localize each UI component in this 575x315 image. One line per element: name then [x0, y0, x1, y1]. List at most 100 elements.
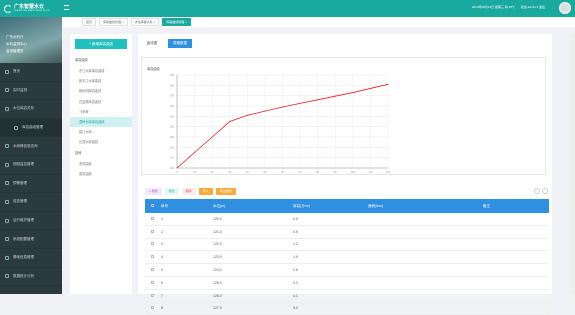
table-cell: 1	[161, 216, 163, 221]
column-header[interactable]	[145, 204, 161, 208]
toolbar-button-4[interactable]: 导出数据	[215, 188, 236, 195]
table-toolbar: + 新增 修改 删除 导入 导出数据	[145, 188, 236, 195]
row-checkbox[interactable]	[151, 293, 154, 297]
table-row[interactable]: 3 122.0 1.2	[145, 239, 549, 252]
other-list-item[interactable]: 泄洪曲线	[70, 159, 132, 169]
sidebar-item-5[interactable]: 视频监控管理	[0, 156, 62, 175]
scrollbar[interactable]	[570, 34, 575, 294]
sidebar-item-label: 巡查管理	[13, 199, 27, 204]
toolbar-button-3[interactable]: 导入	[198, 188, 213, 195]
view-tab-table[interactable]: 表格数据	[168, 39, 192, 48]
y-tick-label: 132	[170, 104, 175, 108]
columns-icon[interactable]	[542, 188, 548, 194]
data-point	[176, 167, 178, 169]
user-menu[interactable]: 欢迎 admin ▾ 退出	[521, 5, 545, 9]
row-checkbox[interactable]	[151, 306, 154, 310]
view-tab-chart[interactable]: 曲线图	[140, 39, 164, 48]
curve-list-item[interactable]: 锦江水库	[70, 127, 132, 137]
curve-list-item[interactable]: 飞来峡	[70, 107, 132, 117]
sidebar-item-9[interactable]: 系统配置管理	[0, 230, 62, 249]
x-tick-label: 60	[281, 170, 284, 174]
table-cell: 0.0	[293, 216, 298, 221]
sidebar-item-1[interactable]: 实时监测	[0, 82, 62, 101]
tab-level-capacity[interactable]: 水位库容关系 ×	[130, 18, 160, 26]
table-cell	[145, 242, 161, 246]
row-checkbox[interactable]	[151, 229, 154, 233]
refresh-icon[interactable]	[534, 188, 540, 194]
table-row[interactable]: 7 126.0 4.1	[145, 290, 549, 303]
toolbar-button-1[interactable]: 修改	[164, 188, 179, 195]
table-cell: 2.6	[293, 268, 298, 273]
table-row[interactable]: 6 125.0 3.3	[145, 277, 549, 290]
row-checkbox[interactable]	[151, 280, 154, 284]
column-header[interactable]: 库容(万m³)	[293, 204, 368, 209]
row-checkbox[interactable]	[151, 216, 154, 220]
curve-list-item[interactable]: 白盆珠库容曲线	[70, 97, 132, 107]
row-checkbox[interactable]	[151, 255, 154, 259]
y-tick-label: 134	[170, 94, 175, 98]
sidebar-item-6[interactable]: 预警管理	[0, 175, 62, 194]
table-cell: 120.0	[213, 216, 222, 221]
sidebar-item-2[interactable]: 水位库容关系	[0, 100, 62, 119]
avatar[interactable]	[559, 2, 571, 14]
user-org: 广东水利厅	[6, 35, 24, 39]
column-header[interactable]: 备注	[483, 204, 543, 209]
curve-list-item[interactable]: 枫树坝库容曲线	[70, 86, 132, 96]
y-tick-label: 138	[170, 73, 175, 77]
info-icon	[5, 255, 9, 260]
table-cell: 3.3	[293, 280, 298, 285]
monitor-icon	[5, 88, 9, 93]
column-header[interactable]: 水位(m)	[213, 204, 293, 209]
select-all-checkbox[interactable]	[151, 204, 154, 207]
chart-card: 库容曲线 120 122 124 126 128 130 132 134 136 138 0 10 20 3…	[141, 57, 546, 175]
tab-curve-active[interactable]: 库容曲线管理 ×	[162, 18, 191, 26]
x-tick-label: 90	[334, 170, 337, 174]
sidebar-item-4[interactable]: 水雨情信息查询	[0, 137, 62, 156]
group-title[interactable]: 库容曲线	[70, 55, 132, 66]
add-curve-button[interactable]: + 新增库容曲线	[75, 39, 127, 49]
curve-list-item[interactable]: 潭岭水库库容曲线	[70, 116, 132, 128]
row-checkbox[interactable]	[151, 268, 154, 272]
group-title-other[interactable]: 其他	[70, 148, 132, 159]
tab-home[interactable]: 首页	[82, 18, 97, 26]
sidebar-item-11[interactable]: 数据统计分析	[0, 268, 62, 287]
curve-list-panel: + 新增库容曲线 库容曲线 东江水库库容曲线 新丰江水库曲线 枫树坝库容曲线 白盆珠库…	[70, 34, 132, 294]
sidebar-item-8[interactable]: 运行维护管理	[0, 212, 62, 231]
data-point	[246, 114, 248, 116]
row-checkbox[interactable]	[151, 242, 154, 246]
data-point	[387, 83, 389, 85]
sidebar-item-3[interactable]: 库容曲线管理	[0, 118, 62, 138]
table-row[interactable]: 5 124.0 2.6	[145, 264, 549, 277]
toolbar-button-0[interactable]: + 新增	[145, 188, 162, 195]
sidebar-item-label: 库容曲线管理	[22, 125, 43, 130]
sidebar-item-0[interactable]: 首页	[0, 63, 62, 82]
curve-list-item[interactable]: 新丰江水库曲线	[70, 76, 132, 86]
sidebar-item-7[interactable]: 巡查管理	[0, 193, 62, 212]
y-tick-label: 126	[170, 135, 175, 139]
table-row[interactable]: 1 120.0 0.0	[145, 213, 549, 226]
alert-icon	[5, 181, 9, 186]
table-cell: 1.9	[293, 255, 298, 260]
tab-bar: 首页 库容曲线管理 × 水位库容关系 × 库容曲线管理 ×	[62, 17, 575, 27]
x-tick-label: 110	[368, 170, 373, 174]
app-logo[interactable]: 广东智慧水云 GUANGDONG SMART WATER CLOUD	[0, 0, 62, 17]
sidebar-item-10[interactable]: 基础信息管理	[0, 249, 62, 268]
toolbar-button-2[interactable]: 删除	[181, 188, 196, 195]
data-point	[317, 99, 319, 101]
table-row[interactable]: 4 123.0 1.9	[145, 251, 549, 265]
menu-toggle-icon[interactable]	[64, 5, 69, 10]
column-header[interactable]: 序号	[161, 204, 213, 209]
curve-list-item[interactable]: 东江水库库容曲线	[70, 66, 132, 76]
curve-list-item[interactable]: 长潭水库曲线	[70, 137, 132, 147]
other-list-item[interactable]: 蒸发曲线	[70, 169, 132, 179]
tab-curve-manage[interactable]: 库容曲线管理 ×	[99, 18, 128, 26]
patrol-icon	[5, 199, 9, 204]
table-body: 1 120.0 0.0 2 121.0 0.5 3 122.0 1.2 4 123.0 1.9 5 124…	[145, 213, 549, 315]
table-cell: 124.0	[213, 268, 222, 273]
x-tick-label: 120	[386, 170, 391, 174]
sidebar-nav: 首页 实时监测 水位库容关系库容曲线管理水雨情信息查询 视频监控管理 预警管理巡查管理运…	[0, 63, 62, 287]
y-tick-label: 124	[170, 145, 175, 149]
table-row[interactable]: 8 127.0 5.0	[145, 303, 549, 315]
column-header[interactable]: 面积(km²)	[368, 204, 483, 209]
table-row[interactable]: 2 121.0 0.5	[145, 226, 549, 239]
